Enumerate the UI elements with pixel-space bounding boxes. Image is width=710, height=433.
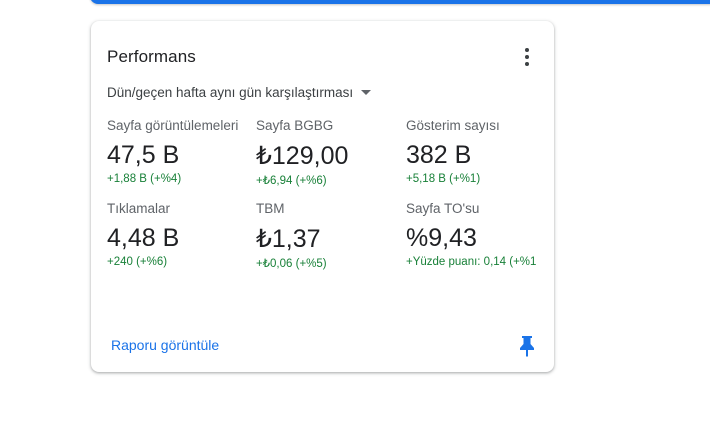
card-title: Performans bbox=[107, 47, 196, 66]
metric-label: Gösterim sayısı bbox=[406, 118, 500, 133]
metric-value: 47,5 B bbox=[107, 141, 180, 169]
metric-value: 4,48 B bbox=[107, 224, 180, 252]
arrow-drop-down-icon bbox=[361, 90, 372, 95]
metric-page-rpm[interactable]: Sayfa BGBG ₺129,00 +₺6,94 (+%6) bbox=[256, 118, 391, 187]
metric-label: Sayfa TO'su bbox=[406, 201, 480, 216]
metric-clicks[interactable]: Tıklamalar 4,48 B +240 (+%6) bbox=[107, 201, 241, 270]
performance-card: Performans Dün/geçen hafta aynı gün karş… bbox=[91, 21, 554, 372]
pin-icon[interactable] bbox=[518, 335, 536, 357]
metric-value: 382 B bbox=[406, 141, 472, 169]
metric-change: +5,18 B (+%1) bbox=[406, 173, 481, 185]
metric-change: +1,88 B (+%4) bbox=[107, 173, 182, 185]
comparison-dropdown[interactable]: Dün/geçen hafta aynı gün karşılaştırması bbox=[107, 85, 372, 100]
metric-page-views[interactable]: Sayfa görüntülemeleri 47,5 B +1,88 B (+%… bbox=[107, 118, 241, 187]
metric-label: Sayfa görüntülemeleri bbox=[107, 118, 239, 133]
metric-change: +₺0,06 (+%5) bbox=[256, 258, 327, 270]
metric-value: ₺129,00 bbox=[256, 142, 349, 170]
metric-cpc[interactable]: TBM ₺1,37 +₺0,06 (+%5) bbox=[256, 201, 391, 270]
metric-label: Tıklamalar bbox=[107, 201, 171, 216]
metric-label: TBM bbox=[256, 201, 285, 216]
metric-change: +Yüzde puanı: 0,14 (+%1 bbox=[406, 256, 537, 268]
metric-value: ₺1,37 bbox=[256, 225, 321, 253]
more-vert-icon bbox=[525, 48, 529, 52]
metric-impressions[interactable]: Gösterim sayısı 382 B +5,18 B (+%1) bbox=[406, 118, 540, 187]
metric-page-ctr[interactable]: Sayfa TO'su %9,43 +Yüzde puanı: 0,14 (+%… bbox=[406, 201, 540, 270]
metric-label: Sayfa BGBG bbox=[256, 118, 334, 133]
comparison-label: Dün/geçen hafta aynı gün karşılaştırması bbox=[107, 85, 354, 100]
view-report-link[interactable]: Raporu görüntüle bbox=[111, 337, 219, 353]
metric-change: +240 (+%6) bbox=[107, 256, 168, 268]
metric-change: +₺6,94 (+%6) bbox=[256, 175, 327, 187]
metric-value: %9,43 bbox=[406, 224, 477, 252]
more-options-button[interactable] bbox=[515, 46, 539, 68]
top-accent-bar bbox=[90, 0, 710, 4]
